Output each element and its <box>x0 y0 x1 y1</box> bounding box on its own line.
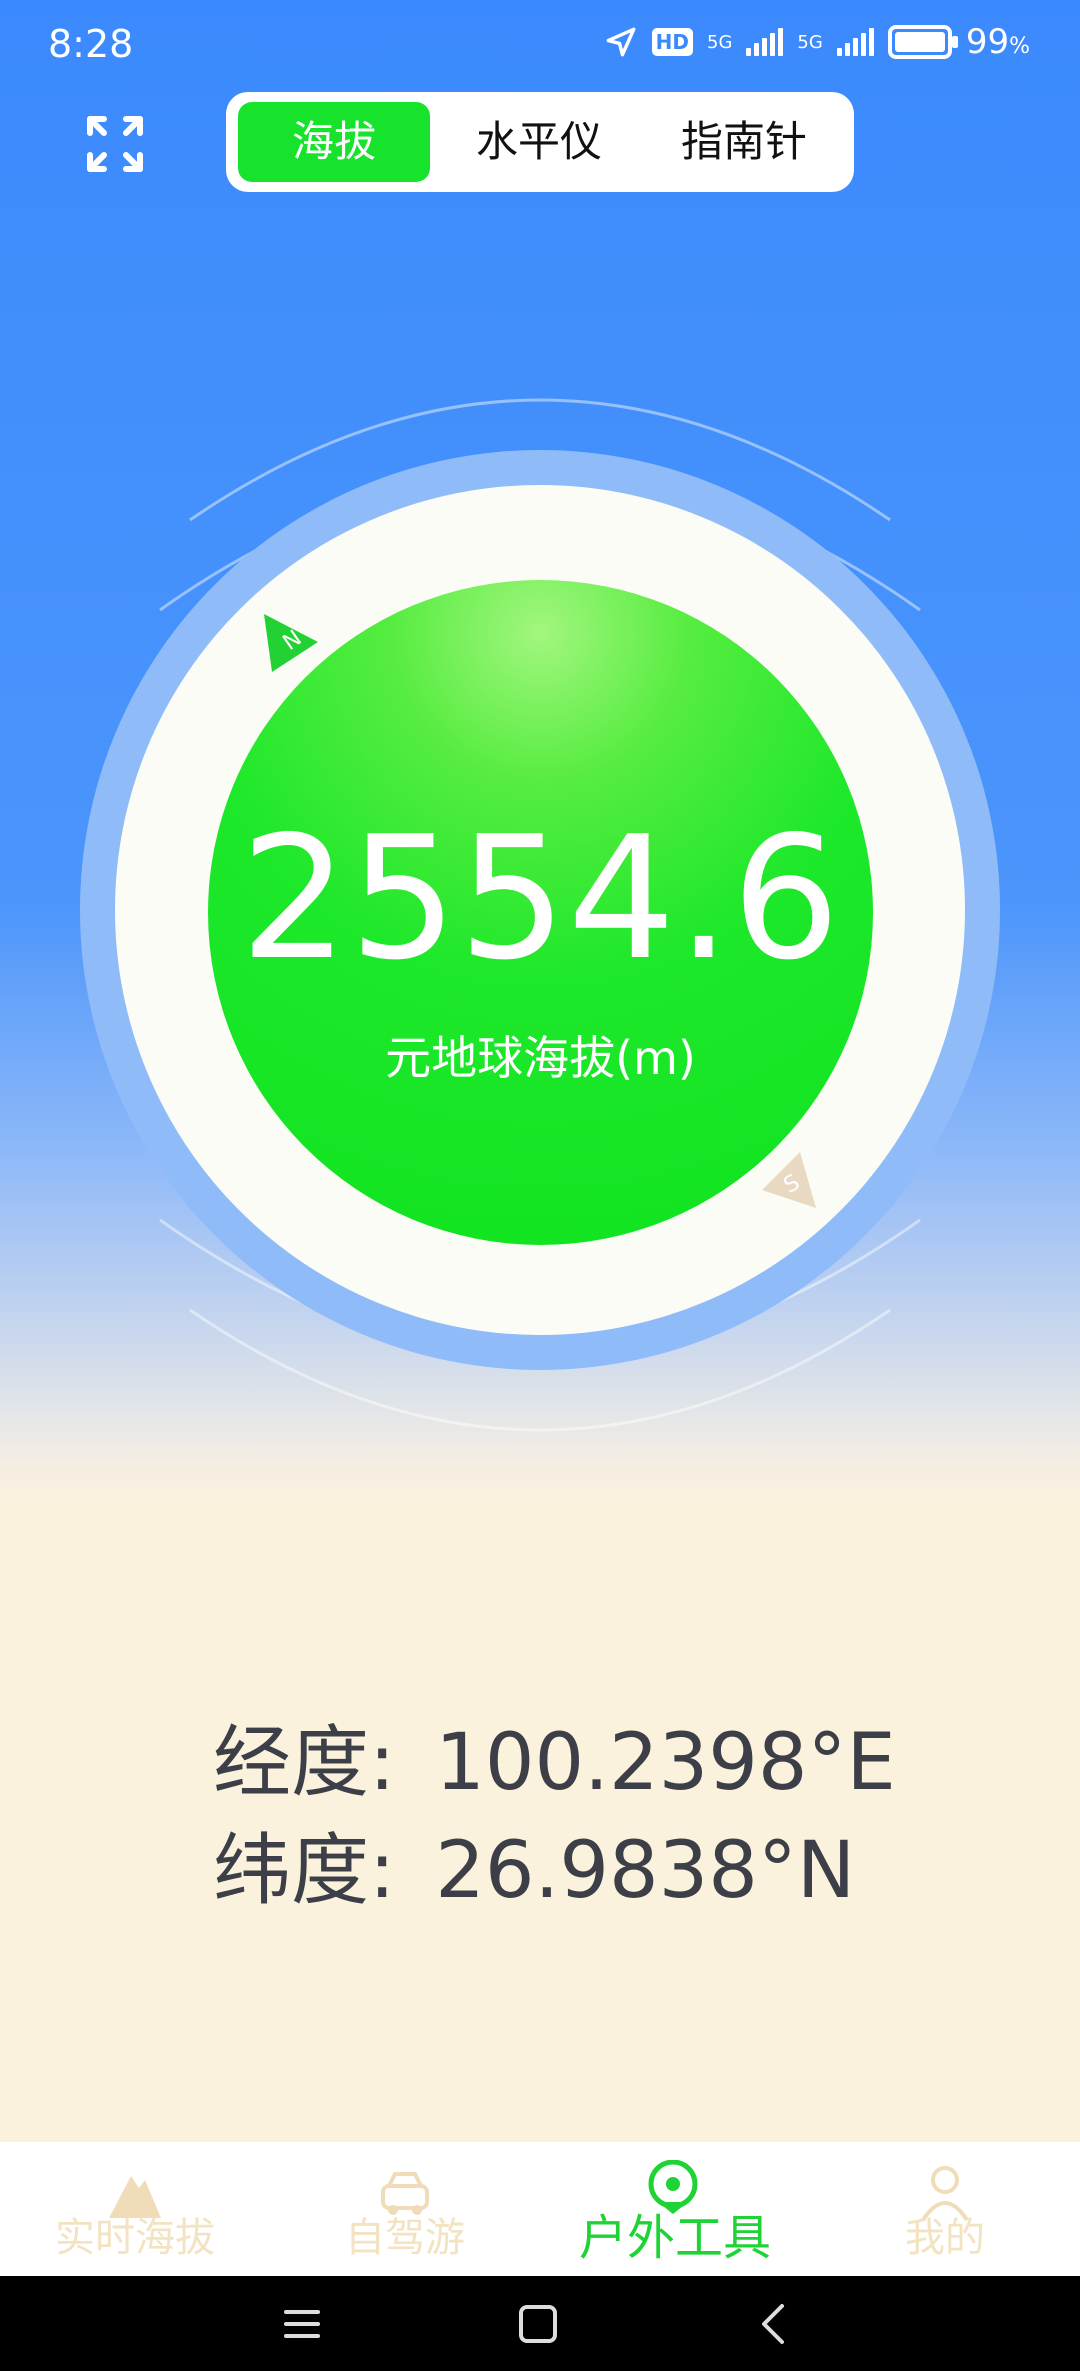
tab-outdoor-tools[interactable]: 户外工具 <box>540 2142 810 2276</box>
mode-segmented-control: 海拔 水平仪 指南针 <box>226 92 854 192</box>
tab-label: 实时海拔 <box>55 2215 215 2261</box>
menu-icon[interactable] <box>272 2294 332 2354</box>
status-time: 8:28 <box>48 22 134 66</box>
latitude-label: 纬度: <box>213 1826 396 1916</box>
signal-icon-2 <box>836 28 874 56</box>
tab-compass[interactable]: 指南针 <box>644 102 844 182</box>
latitude-value: 26.9838°N <box>435 1826 856 1916</box>
tab-level[interactable]: 水平仪 <box>444 102 634 182</box>
network-type-1: 5G <box>707 31 733 53</box>
tab-label: 户外工具 <box>578 2210 771 2266</box>
tab-realtime-altitude[interactable]: 实时海拔 <box>0 2142 270 2276</box>
bottom-tab-bar: 实时海拔 自驾游 户外工具 我的 <box>0 2142 1080 2276</box>
south-marker-icon: S <box>762 1152 816 1208</box>
longitude-row: 经度: 100.2398°E <box>213 1700 896 1812</box>
battery-level: 99% <box>965 22 1030 62</box>
longitude-value: 100.2398°E <box>435 1718 896 1808</box>
system-navigation-bar <box>0 2276 1080 2371</box>
home-icon[interactable] <box>508 2294 568 2354</box>
latitude-row: 纬度: 26.9838°N <box>213 1808 855 1920</box>
hd-badge: HD <box>651 28 694 56</box>
north-marker-icon: N <box>264 614 318 672</box>
location-arrow-icon <box>606 27 636 57</box>
status-icons: HD 5G 5G 99% <box>604 22 1030 62</box>
tab-label: 自驾游 <box>345 2215 465 2261</box>
back-icon[interactable] <box>744 2294 804 2354</box>
longitude-label: 经度: <box>213 1718 396 1808</box>
battery-icon <box>887 25 958 59</box>
tab-label: 我的 <box>905 2215 985 2261</box>
signal-icon <box>746 28 784 56</box>
expand-icon[interactable] <box>86 115 144 173</box>
altitude-value: 2554.6 <box>240 800 841 998</box>
status-bar: 8:28 HD 5G 5G 99% <box>0 0 1080 92</box>
tab-altitude[interactable]: 海拔 <box>238 102 430 182</box>
altitude-label: 元地球海拔(m) <box>385 1031 696 1085</box>
tab-road-trip[interactable]: 自驾游 <box>270 2142 540 2276</box>
network-type-2: 5G <box>797 31 823 53</box>
tab-mine[interactable]: 我的 <box>810 2142 1080 2276</box>
